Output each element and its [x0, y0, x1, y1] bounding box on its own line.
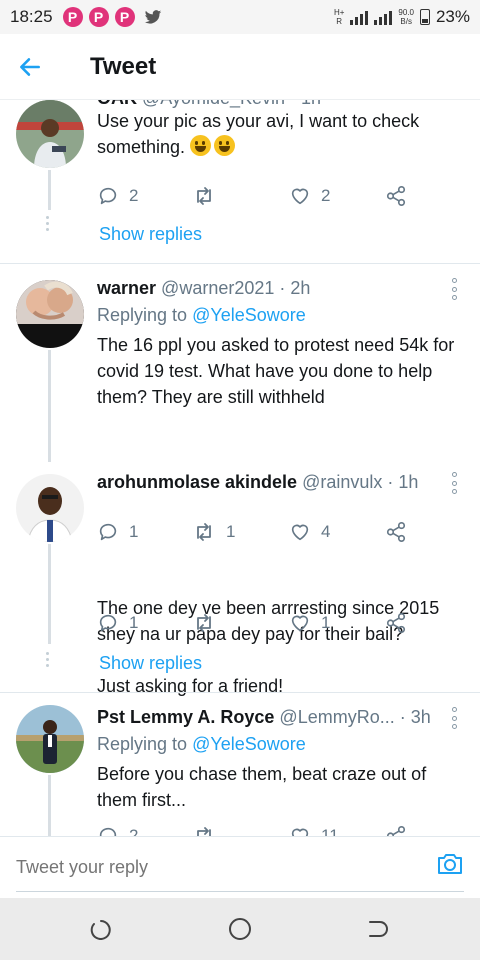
reply-button[interactable]: 2	[97, 825, 138, 836]
back-nav-icon[interactable]	[366, 918, 388, 940]
thread-line	[48, 170, 51, 210]
reply-count: 2	[129, 826, 139, 836]
avatar[interactable]	[16, 100, 84, 168]
tweet-author[interactable]: Pst Lemmy A. Royce @LemmyRo... · 3h	[97, 707, 437, 728]
retweet-icon	[197, 187, 211, 205]
like-count: 11	[321, 826, 339, 836]
like-button[interactable]: 11	[289, 825, 339, 836]
thread-dots	[46, 652, 49, 667]
twitter-bird-icon	[144, 10, 161, 24]
grinning-face-emoji	[214, 135, 236, 156]
camera-icon	[438, 854, 462, 874]
reply-count: 1	[129, 613, 139, 632]
thread-dots	[46, 216, 49, 231]
thread-line	[48, 775, 51, 836]
recents-icon[interactable]	[90, 918, 112, 940]
header: Tweet	[0, 34, 480, 100]
status-time: 18:25	[10, 7, 53, 26]
net-type: H+ R	[333, 8, 345, 26]
avatar[interactable]	[16, 474, 84, 542]
avatar[interactable]	[16, 705, 84, 773]
share-button[interactable]	[385, 612, 407, 634]
app-badge-icon: P	[88, 7, 109, 27]
system-nav-bar	[0, 898, 480, 960]
tweet-text: Use your pic as your avi, I want to chec…	[97, 111, 425, 157]
replying-to: Replying to @YeleSowore	[97, 305, 306, 325]
reply-icon	[99, 827, 117, 836]
replying-to-handle[interactable]: @YeleSowore	[192, 734, 306, 754]
tweet-actions: 2 11	[97, 825, 417, 836]
tweet-actions-row: 1 1	[0, 612, 480, 636]
net-speed: 90.0 B/s	[398, 8, 414, 26]
app-badge-icon: P	[114, 7, 135, 27]
tweet-item[interactable]: OAK @Ayomide_Kevin · 1h Use your pic as …	[0, 100, 480, 264]
like-icon	[291, 828, 309, 836]
signal-icon	[350, 9, 369, 25]
reply-input[interactable]	[16, 857, 426, 878]
share-icon	[386, 186, 406, 206]
like-button[interactable]: 2	[289, 185, 330, 207]
battery-icon	[419, 9, 430, 25]
back-button[interactable]	[0, 54, 60, 80]
share-button[interactable]	[385, 185, 407, 207]
tweet-author[interactable]: warner @warner2021 · 2h	[97, 278, 427, 299]
more-icon[interactable]	[450, 278, 458, 300]
like-icon	[291, 188, 309, 205]
tweet-item[interactable]: arohunmolase akindele @rainvulx · 1h The…	[0, 462, 480, 696]
tweet-actions: 2 2	[97, 185, 417, 209]
page-title: Tweet	[90, 52, 157, 80]
status-bar: 18:25 P P P H+ R 90.0 B/s 23%	[0, 0, 480, 34]
tweet-item[interactable]: Pst Lemmy A. Royce @LemmyRo... · 3h Repl…	[0, 693, 480, 836]
retweet-icon	[197, 827, 211, 836]
reply-composer	[0, 836, 480, 898]
signal-icon	[374, 9, 393, 25]
replying-to: Replying to @YeleSowore	[97, 734, 306, 754]
reply-icon	[99, 187, 117, 205]
reply-count: 2	[129, 186, 139, 205]
tweet-author[interactable]: arohunmolase akindele @rainvulx · 1h	[97, 472, 427, 493]
replying-to-handle[interactable]: @YeleSowore	[192, 305, 306, 325]
share-icon	[386, 826, 406, 836]
app-badge-icon: P	[62, 7, 83, 27]
tweet-text: Before you chase them, beat craze out of…	[97, 764, 432, 810]
avatar[interactable]	[16, 280, 84, 348]
reply-icon	[99, 614, 117, 632]
tweet-text: The one dey ve been arrresting since 201…	[97, 598, 440, 696]
retweet-button[interactable]	[192, 185, 216, 207]
battery-percent: 23%	[435, 7, 470, 26]
share-button[interactable]	[385, 825, 407, 836]
retweet-button[interactable]	[192, 825, 216, 836]
tweet-item[interactable]: warner @warner2021 · 2h Replying to @Yel…	[0, 264, 480, 462]
like-button[interactable]: 1	[289, 612, 330, 634]
grinning-face-emoji	[190, 135, 212, 156]
input-underline	[16, 891, 464, 892]
thread-line	[48, 350, 51, 462]
like-count: 1	[321, 613, 331, 632]
more-icon[interactable]	[450, 100, 458, 102]
like-icon	[291, 615, 309, 632]
share-icon	[386, 613, 406, 633]
reply-button[interactable]: 1	[97, 612, 138, 634]
replies-feed[interactable]: OAK @Ayomide_Kevin · 1h Use your pic as …	[0, 100, 480, 836]
back-arrow-icon	[20, 57, 40, 76]
reply-button[interactable]: 2	[97, 185, 138, 207]
retweet-button[interactable]	[192, 612, 216, 634]
camera-button[interactable]	[436, 851, 464, 882]
show-replies-link[interactable]: Show replies	[99, 224, 202, 245]
tweet-actions: 1 1	[97, 612, 417, 636]
more-icon[interactable]	[450, 472, 458, 494]
retweet-icon	[197, 614, 211, 632]
like-count: 2	[321, 186, 331, 205]
home-icon[interactable]	[228, 917, 252, 941]
tweet-text: The 16 ppl you asked to protest need 54k…	[97, 335, 460, 407]
more-icon[interactable]	[450, 707, 458, 729]
show-replies-link[interactable]: Show replies	[99, 653, 202, 674]
